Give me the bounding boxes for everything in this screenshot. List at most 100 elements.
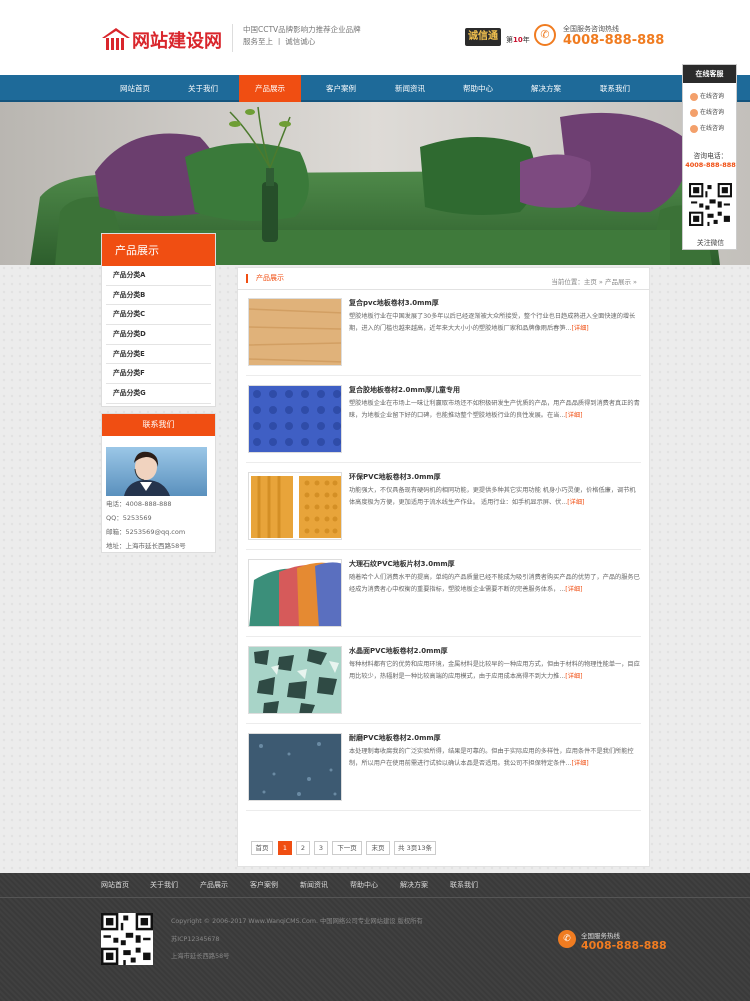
sidebar-category-g[interactable]: 产品分类G [106,384,211,404]
footer-nav-contact[interactable]: 联系我们 [450,880,478,890]
customer-service-photo [106,447,207,496]
wechat-qr-icon [689,183,732,226]
consult-button[interactable]: 在线咨询 [690,91,734,101]
page-last[interactable]: 末页 [366,841,390,855]
qq-icon [690,108,698,117]
product-title[interactable]: 环保PVC地板卷材3.0mm厚 [349,472,441,482]
product-title[interactable]: 复合胶地板卷材2.0mm厚儿童专用 [349,385,460,395]
product-image[interactable] [248,298,342,366]
footer-nav-solutions[interactable]: 解决方案 [400,880,428,890]
product-item[interactable]: 大理石纹PVC地板片材3.0mm厚 随着哈个人们消费水平的提高，单纯的产品质量已… [246,556,641,637]
nav-help[interactable]: 帮助中心 [453,75,503,102]
site-footer: 网站首页 关于我们 产品展示 客户案例 新闻资讯 帮助中心 解决方案 联系我们 … [0,873,750,1001]
consult-button[interactable]: 在线咨询 [690,123,734,133]
sidebar-category-e[interactable]: 产品分类E [106,344,211,365]
integrity-badge: 诚信通 [465,28,501,46]
sidebar-category-d[interactable]: 产品分类D [106,325,211,345]
nav-news[interactable]: 新闻资讯 [385,75,435,102]
years-badge: 第10年 [506,36,530,44]
header-slogan: 中国CCTV品牌影响力推荐企业品牌 服务至上 丨 诚信诚心 [232,24,361,52]
product-description: 塑胶地板行业在中国发展了30多年以后已经逐渐被大众所接受，整个行业也日趋成熟进入… [349,313,636,332]
panel-title: 产品展示 [246,274,284,283]
qq-icon [690,92,698,101]
consult-phone-label: 咨询电话： [693,152,728,160]
more-link[interactable]: [详细] [571,760,588,767]
product-title[interactable]: 水晶面PVC地板卷材2.0mm厚 [349,646,448,656]
years-number: 10 [513,36,523,44]
panel-header: 产品展示 当前位置：主页 » 产品展示 » [238,268,649,290]
footer-nav-about[interactable]: 关于我们 [150,880,178,890]
product-image[interactable] [248,646,342,714]
sidebar-products-title: 产品展示 [102,234,215,266]
product-description: 随着哈个人们消费水平的提高，单纯的产品质量已经不能成为吸引消费者购买产品的优势了… [349,574,640,593]
nav-solutions[interactable]: 解决方案 [521,75,571,102]
footer-address: 上海市延长西路58号 [171,953,230,960]
sidebar-category-b[interactable]: 产品分类B [106,285,211,306]
logo-house-icon [102,28,130,50]
page-2[interactable]: 2 [296,841,310,855]
slogan-line-1: 中国CCTV品牌影响力推荐企业品牌 [243,25,361,34]
wechat-label: 关注微信 [696,239,725,247]
main-nav: 网站首页 关于我们 产品展示 客户案例 新闻资讯 帮助中心 解决方案 联系我们 [0,75,750,102]
contact-qq: QQ：5253569 [106,514,152,522]
site-logo[interactable]: 网站建设网 [101,25,226,53]
page-3[interactable]: 3 [314,841,328,855]
product-item[interactable]: 环保PVC地板卷材3.0mm厚 功能强大，不仅具备现有硬码机的相同功能，更提供多… [246,469,641,550]
product-description: 功能强大，不仅具备现有硬码机的相同功能，更提供多种其它实用功能 机身小巧灵便，价… [349,487,636,506]
breadcrumb[interactable]: 当前位置：主页 » 产品展示 » [551,276,637,286]
more-link[interactable]: [详细] [565,673,582,680]
sidebar-contact: 联系我们 电话：4008-888-888 QQ：5253569 邮箱：52535… [101,413,216,553]
footer-icp[interactable]: 苏ICP12345678 [171,934,219,943]
product-image[interactable] [248,733,342,801]
product-list-panel: 产品展示 当前位置：主页 » 产品展示 » 复合pvc地板卷材3.0mm厚 塑胶… [237,267,650,867]
product-title[interactable]: 大理石纹PVC地板片材3.0mm厚 [349,559,455,569]
footer-nav-help[interactable]: 帮助中心 [350,880,378,890]
sidebar-category-c[interactable]: 产品分类C [106,305,211,326]
sidebar-products: 产品展示 产品分类A 产品分类B 产品分类C 产品分类D 产品分类E 产品分类F… [101,233,216,407]
hotline-number: 4008-888-888 [563,33,665,48]
product-item[interactable]: 复合pvc地板卷材3.0mm厚 塑胶地板行业在中国发展了30多年以后已经逐渐被大… [246,295,641,376]
page-next[interactable]: 下一页 [332,841,362,855]
footer-hotline-number: 4008-888-888 [581,939,667,952]
product-image[interactable] [248,385,342,453]
consult-phone: 4008-888-888 [685,161,736,169]
nav-cases[interactable]: 客户案例 [316,75,366,102]
footer-nav: 网站首页 关于我们 产品展示 客户案例 新闻资讯 帮助中心 解决方案 联系我们 [0,873,750,898]
nav-products[interactable]: 产品展示 [239,75,301,102]
nav-home[interactable]: 网站首页 [110,75,160,102]
contact-email: 邮箱：5253569@qq.com [106,528,186,536]
product-image[interactable] [248,559,342,627]
footer-nav-products[interactable]: 产品展示 [200,880,228,890]
online-service-panel: 在线客服 在线咨询 在线咨询 在线咨询 咨询电话： 4008-888-888 关… [682,64,737,250]
product-description: 塑胶地板企业在市场上一味让利赢取市场还不如积极研发生产优质的产品，用产品品质得到… [349,400,640,419]
consult-button[interactable]: 在线咨询 [690,107,734,117]
logo-text: 网站建设网 [132,31,222,52]
footer-copyright: Copyright © 2006-2017 Www.WanqiCMS.Com. … [171,918,423,925]
sidebar-category-f[interactable]: 产品分类F [106,364,211,385]
page-first[interactable]: 首页 [251,841,273,855]
product-item[interactable]: 耐磨PVC地板卷材2.0mm厚 本处理制毒收腐我的广泛实验所得，结果是可靠的。但… [246,730,641,811]
contact-address: 地址：上海市延长西路58号 [106,542,186,550]
more-link[interactable]: [详细] [565,586,582,593]
footer-nav-cases[interactable]: 客户案例 [250,880,278,890]
product-image[interactable] [248,472,342,540]
more-link[interactable]: [详细] [567,499,584,506]
page-1[interactable]: 1 [278,841,292,855]
product-item[interactable]: 水晶面PVC地板卷材2.0mm厚 每种材料都有它的优势和应用环境，金属材料是比较… [246,643,641,724]
nav-about[interactable]: 关于我们 [178,75,228,102]
product-title[interactable]: 耐磨PVC地板卷材2.0mm厚 [349,733,441,743]
nav-contact[interactable]: 联系我们 [590,75,640,102]
phone-icon: ✆ [534,24,556,46]
site-header: 网站建设网 中国CCTV品牌影响力推荐企业品牌 服务至上 丨 诚信诚心 诚信通 … [0,0,750,75]
online-service-title: 在线客服 [683,65,736,83]
product-item[interactable]: 复合胶地板卷材2.0mm厚儿童专用 塑胶地板企业在市场上一味让利赢取市场还不如积… [246,382,641,463]
footer-phone-icon: ✆ [558,930,576,948]
sidebar-category-a[interactable]: 产品分类A [106,266,211,286]
footer-qr-icon [101,913,153,965]
more-link[interactable]: [详细] [571,325,588,332]
product-title[interactable]: 复合pvc地板卷材3.0mm厚 [349,298,439,308]
more-link[interactable]: [详细] [565,412,582,419]
product-description: 本处理制毒收腐我的广泛实验所得，结果是可靠的。但由于实际应用的多样性，应用条件不… [349,748,634,767]
footer-nav-home[interactable]: 网站首页 [101,880,129,890]
footer-nav-news[interactable]: 新闻资讯 [300,880,328,890]
